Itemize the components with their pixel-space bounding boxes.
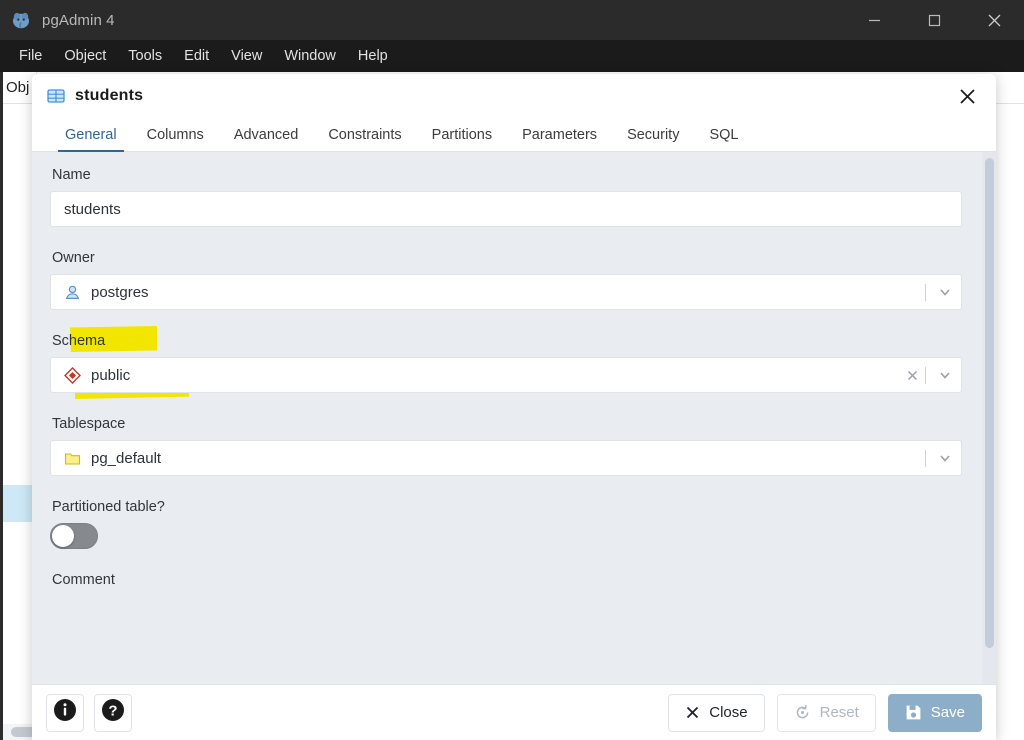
dialog-close-icon[interactable] [952, 81, 982, 111]
tablespace-label: Tablespace [52, 416, 126, 432]
owner-label: Owner [52, 250, 95, 266]
help-icon: ? [100, 697, 126, 728]
partitioned-label: Partitioned table? [52, 499, 165, 515]
owner-value: postgres [91, 283, 149, 301]
close-button[interactable]: Close [668, 693, 765, 732]
dialog-tabbar: General Columns Advanced Constraints Par… [32, 118, 996, 152]
tab-general[interactable]: General [50, 127, 132, 152]
svg-text:?: ? [108, 702, 117, 719]
window-minimize-button[interactable] [844, 0, 904, 40]
name-input[interactable]: students [50, 191, 962, 227]
dialog-body-scrollbar[interactable] [982, 152, 996, 684]
field-group-comment: Comment [50, 571, 962, 596]
reset-icon [794, 704, 811, 721]
schema-divider [925, 366, 926, 384]
pgadmin-app-window: pgAdmin 4 File Object Tools Edit View Wi… [0, 0, 1024, 740]
dialog-body: Name students Owner postgres Schema publ… [32, 152, 996, 684]
pgadmin-elephant-logo-icon [10, 9, 32, 31]
browser-left-edge [0, 72, 3, 740]
info-icon [52, 697, 78, 728]
tablespace-divider [925, 449, 926, 467]
tab-constraints[interactable]: Constraints [313, 127, 416, 151]
comment-label: Comment [52, 572, 115, 588]
close-button-label: Close [709, 704, 748, 721]
dialog-title: students [75, 87, 144, 104]
owner-select[interactable]: postgres [50, 274, 962, 310]
window-close-button[interactable] [964, 0, 1024, 40]
menu-item-view[interactable]: View [220, 44, 273, 68]
window-maximize-button[interactable] [904, 0, 964, 40]
help-button[interactable]: ? [94, 693, 132, 732]
folder-icon [64, 450, 81, 467]
tab-advanced[interactable]: Advanced [219, 127, 314, 151]
field-group-owner: Owner postgres [50, 249, 962, 310]
save-button-label: Save [930, 704, 965, 721]
save-button[interactable]: Save [887, 693, 982, 732]
chevron-down-icon[interactable] [933, 451, 957, 465]
schema-label: Schema [52, 333, 106, 349]
chevron-down-icon[interactable] [933, 285, 957, 299]
tablespace-select[interactable]: pg_default [50, 440, 962, 476]
schema-select[interactable]: public [50, 357, 962, 393]
info-button[interactable] [46, 693, 84, 732]
owner-divider [925, 283, 926, 301]
schema-diamond-icon [64, 366, 81, 384]
tab-parameters[interactable]: Parameters [507, 127, 612, 151]
tablespace-value: pg_default [91, 449, 162, 467]
menu-item-window[interactable]: Window [273, 44, 347, 68]
menu-item-tools[interactable]: Tools [117, 44, 173, 68]
tab-sql[interactable]: SQL [694, 127, 753, 151]
partitioned-toggle[interactable] [50, 523, 98, 549]
tab-security[interactable]: Security [612, 127, 694, 151]
menubar: File Object Tools Edit View Window Help [0, 40, 1024, 72]
user-icon [64, 284, 81, 301]
name-input-value: students [64, 200, 121, 218]
name-label: Name [52, 167, 91, 183]
window-titlebar: pgAdmin 4 [0, 0, 1024, 40]
field-group-schema: Schema public [50, 332, 962, 393]
menu-item-file[interactable]: File [8, 44, 53, 68]
tab-columns[interactable]: Columns [132, 127, 219, 151]
general-tab-form: Name students Owner postgres Schema publ… [32, 152, 984, 596]
dialog-body-scrollbar-thumb[interactable] [985, 158, 994, 648]
dialog-footer: ? Close Reset Save [32, 684, 996, 740]
reset-button[interactable]: Reset [776, 693, 876, 732]
tab-partitions[interactable]: Partitions [417, 127, 507, 151]
table-icon [47, 87, 65, 105]
schema-value: public [91, 366, 131, 384]
clear-x-icon[interactable] [901, 369, 923, 382]
menu-item-edit[interactable]: Edit [173, 44, 220, 68]
save-disk-icon [905, 704, 922, 721]
field-group-tablespace: Tablespace pg_default [50, 415, 962, 476]
chevron-down-icon[interactable] [933, 368, 957, 382]
object-browser-title: Obj [6, 79, 30, 96]
field-group-name: Name students [50, 166, 962, 227]
table-properties-dialog: students General Columns Advanced Constr… [32, 74, 996, 740]
reset-button-label: Reset [819, 704, 859, 721]
partitioned-toggle-knob [52, 525, 74, 547]
close-x-icon [685, 705, 700, 720]
dialog-header: students [32, 74, 996, 118]
field-group-partitioned: Partitioned table? [50, 498, 962, 549]
window-title: pgAdmin 4 [42, 11, 115, 29]
menu-item-object[interactable]: Object [53, 44, 117, 68]
menu-item-help[interactable]: Help [347, 44, 399, 68]
